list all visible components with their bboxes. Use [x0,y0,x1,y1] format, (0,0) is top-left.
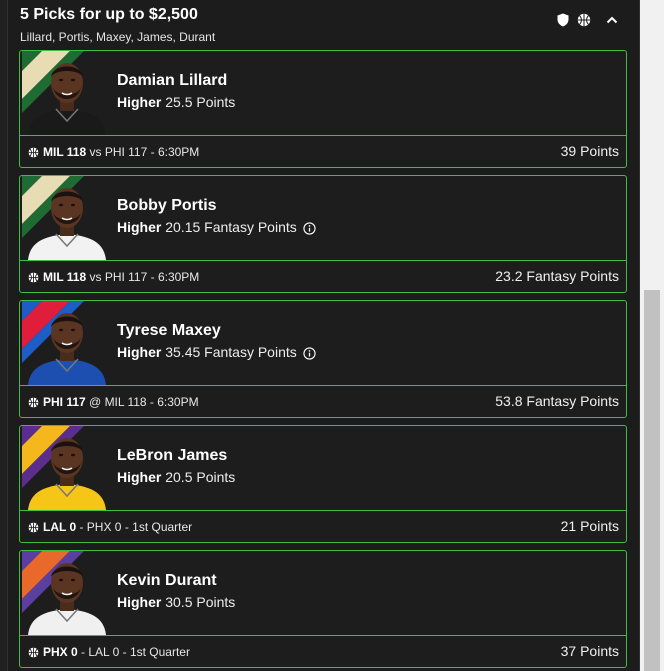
game-status: PHX 0 - LAL 0 - 1st Quarter [28,644,190,662]
chevron-up-icon[interactable] [605,13,619,27]
game-status: LAL 0 - PHX 0 - 1st Quarter [28,519,192,537]
game-status: MIL 118 vs PHI 117 - 6:30PM [28,269,199,287]
pick-card[interactable]: Damian Lillard Higher 25.5 Points MIL 118 … [19,50,627,168]
info-icon[interactable] [303,346,316,364]
pick-result: 37 Points [560,643,619,659]
pick-result: 23.2 Fantasy Points [495,268,619,284]
player-team-score: MIL 118 [43,270,87,284]
pick-line: Higher 20.15 Fantasy Points [117,218,316,239]
pick-card[interactable]: Tyrese Maxey Higher 35.45 Fantasy Points P… [19,300,627,418]
pick-line: Higher 25.5 Points [117,93,235,111]
pick-card-header: Kevin Durant Higher 30.5 Points [20,551,626,635]
pick-card-footer: MIL 118 vs PHI 117 - 6:30PM 23.2 Fantasy … [20,261,626,292]
basketball-icon [28,396,39,412]
pick-card[interactable]: Bobby Portis Higher 20.15 Fantasy Points M… [19,175,627,293]
player-headshot [22,51,112,135]
player-name: LeBron James [117,447,228,464]
pick-line: Higher 30.5 Points [117,593,235,611]
basketball-icon [28,521,39,537]
player-team-score: PHX 0 [43,645,78,659]
score-separator: vs [86,145,105,159]
basketball-icon [28,646,39,662]
pick-card-footer: LAL 0 - PHX 0 - 1st Quarter 21 Points [20,511,626,542]
pick-card-footer: PHI 117 @ MIL 118 - 6:30PM 53.8 Fantasy P… [20,386,626,417]
shield-icon[interactable] [556,13,570,27]
player-headshot [22,551,112,635]
score-separator: @ [85,395,105,409]
player-team-score: MIL 118 [43,145,87,159]
pick-direction: Higher [117,344,162,360]
pick-card-footer: PHX 0 - LAL 0 - 1st Quarter 37 Points [20,636,626,667]
pick-result: 39 Points [560,143,619,159]
entry-title: 5 Picks for up to $2,500 [20,6,198,23]
basketball-icon [28,271,39,287]
player-headshot [22,301,112,385]
pick-card-header: Bobby Portis Higher 20.15 Fantasy Points [20,176,626,260]
player-name: Tyrese Maxey [117,322,221,339]
scrollbar-thumb[interactable] [644,290,660,671]
basketball-icon[interactable] [577,13,591,27]
score-separator: - [77,645,89,659]
score-separator: - [76,520,87,534]
pick-direction: Higher [117,594,162,610]
player-team-score: PHI 117 [43,395,86,409]
pick-line: Higher 35.45 Fantasy Points [117,343,316,364]
game-status: PHI 117 @ MIL 118 - 6:30PM [28,394,199,412]
pick-projection: 20.5 Points [165,469,236,485]
player-team-score: LAL 0 [43,520,77,534]
pick-projection: 35.45 Fantasy Points [165,344,297,360]
player-headshot [22,426,112,510]
pick-direction: Higher [117,469,162,485]
pick-projection: 30.5 Points [165,594,236,610]
game-detail: PHX 0 - 1st Quarter [86,520,193,534]
game-detail: PHI 117 - 6:30PM [104,145,200,159]
game-detail: PHI 117 - 6:30PM [104,270,200,284]
pick-result: 21 Points [560,518,619,534]
score-separator: vs [86,270,105,284]
pick-card[interactable]: LeBron James Higher 20.5 Points LAL 0 - PH… [19,425,627,543]
player-name: Kevin Durant [117,572,217,589]
game-detail: LAL 0 - 1st Quarter [88,645,190,659]
pick-line: Higher 20.5 Points [117,468,235,486]
entry-players-summary: Lillard, Portis, Maxey, James, Durant [20,30,216,44]
pick-result: 53.8 Fantasy Points [495,393,619,409]
basketball-icon [28,146,39,162]
pick-projection: 20.15 Fantasy Points [165,219,297,235]
pick-direction: Higher [117,219,162,235]
game-status: MIL 118 vs PHI 117 - 6:30PM [28,144,199,162]
pick-card-footer: MIL 118 vs PHI 117 - 6:30PM 39 Points [20,136,626,167]
info-icon[interactable] [303,221,316,239]
game-detail: MIL 118 - 6:30PM [104,395,199,409]
pick-direction: Higher [117,94,162,110]
pick-card[interactable]: Kevin Durant Higher 30.5 Points PHX 0 - LA… [19,550,627,668]
pick-card-header: Damian Lillard Higher 25.5 Points [20,51,626,135]
pick-card-header: Tyrese Maxey Higher 35.45 Fantasy Points [20,301,626,385]
pick-projection: 25.5 Points [165,94,236,110]
player-headshot [22,176,112,260]
player-name: Damian Lillard [117,72,228,89]
player-name: Bobby Portis [117,197,217,214]
pick-card-header: LeBron James Higher 20.5 Points [20,426,626,510]
